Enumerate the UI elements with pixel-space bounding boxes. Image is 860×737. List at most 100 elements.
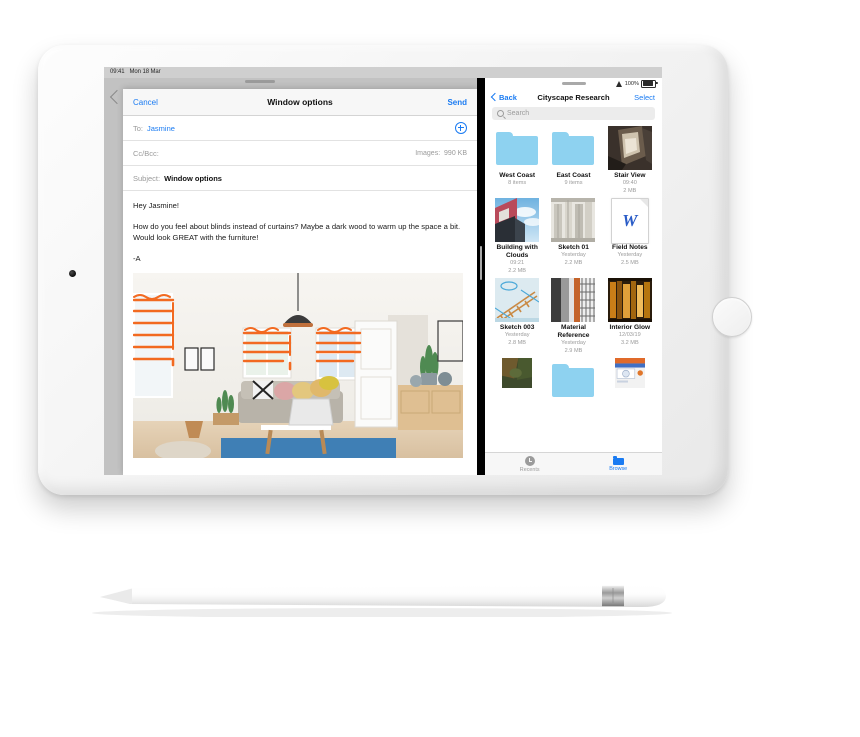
split-view: Cancel Window options Send To: Jasmine C… <box>104 78 662 475</box>
photo-thumbnail <box>495 358 539 402</box>
folder-icon <box>612 456 624 465</box>
file-item[interactable]: Material Reference Yesterday 2.9 MB <box>547 278 599 355</box>
home-button[interactable] <box>712 297 752 337</box>
file-meta: 12/03/19 <box>618 332 641 338</box>
drag-handle[interactable] <box>245 80 275 83</box>
search-bar-wrapper: Search <box>485 105 662 124</box>
select-button[interactable]: Select <box>634 93 655 102</box>
body-paragraph-1: Hey Jasmine! <box>133 201 180 210</box>
split-view-grabber[interactable] <box>479 246 483 280</box>
tab-browse[interactable]: Browse <box>609 456 627 472</box>
photo-bridge-sketch-icon <box>494 278 540 323</box>
file-size: 2.2 MB <box>564 259 583 266</box>
folder-thumbnail <box>495 126 539 170</box>
files-tab-bar: Recents Browse <box>485 452 662 475</box>
file-name: West Coast <box>499 172 536 179</box>
file-name: Sketch 003 <box>499 324 535 331</box>
file-item[interactable]: East Coast 9 items <box>547 126 599 195</box>
file-item[interactable] <box>604 358 656 404</box>
photo-columns-icon <box>551 198 596 242</box>
status-date: Mon 18 Mar <box>129 69 161 75</box>
to-label: To: <box>133 123 144 133</box>
subject-label: Subject: <box>133 173 161 183</box>
ipad-device: 09:41 Mon 18 Mar Cancel Window options S… <box>38 45 752 495</box>
ccbcc-label: Cc/Bcc: <box>133 148 159 158</box>
file-item[interactable]: Interior Glow 12/03/19 3.2 MB <box>604 278 656 355</box>
files-app-pane: 100% Back Cityscape Research Select Sear… <box>485 78 662 475</box>
battery-icon <box>641 79 658 88</box>
file-size: 2.9 MB <box>564 347 583 354</box>
file-meta: 8 items <box>508 180 527 186</box>
subject-field-row[interactable]: Subject: Window options <box>123 166 477 191</box>
file-meta: Yesterday <box>504 332 530 338</box>
photo-stairwell-icon <box>607 126 652 170</box>
file-item[interactable]: Stair View 09:40 2 MB <box>604 126 656 195</box>
folder-thumbnail <box>551 358 595 402</box>
to-field-row[interactable]: To: Jasmine <box>123 116 477 141</box>
photo-thumbnail <box>551 198 596 242</box>
images-size: 990 KB <box>444 149 467 157</box>
body-paragraph-3: -A <box>133 253 141 263</box>
file-meta: 09:40 <box>622 180 637 186</box>
images-size-label: Images: 990 KB <box>415 150 467 157</box>
file-item[interactable] <box>491 358 543 404</box>
to-recipient[interactable]: Jasmine <box>147 124 175 133</box>
body-paragraph-2: How do you feel about blinds instead of … <box>133 221 461 243</box>
file-meta: Yesterday <box>617 252 643 258</box>
apple-pencil <box>92 584 672 617</box>
file-size: 2 MB <box>623 187 637 194</box>
tab-label: Browse <box>609 466 628 472</box>
mail-body[interactable]: Hey Jasmine! How do you feel about blind… <box>123 191 477 458</box>
file-item[interactable] <box>547 358 599 404</box>
clock-icon <box>524 455 535 466</box>
status-time: 09:41 <box>110 69 125 75</box>
file-item[interactable]: W Field Notes Yesterday 2.5 MB <box>604 198 656 275</box>
file-item[interactable]: Sketch 003 Yesterday 2.8 MB <box>491 278 543 355</box>
file-meta: 9 items <box>564 180 583 186</box>
status-bar: 09:41 Mon 18 Mar <box>104 67 662 78</box>
tab-recents[interactable]: Recents <box>520 455 540 473</box>
compose-title: Window options <box>267 97 333 107</box>
folder-icon <box>552 132 595 165</box>
images-label: Images: <box>415 149 441 157</box>
front-camera <box>69 270 76 277</box>
file-meta: Yesterday <box>561 252 586 258</box>
split-view-divider[interactable] <box>477 78 485 475</box>
photo-thumbnail <box>494 278 540 323</box>
file-name: East Coast <box>556 172 591 179</box>
status-bar-left: 09:41 Mon 18 Mar <box>104 67 161 78</box>
folder-icon <box>552 364 595 397</box>
drag-handle[interactable] <box>561 82 586 85</box>
photo-material-icon <box>551 278 596 322</box>
photo-interior-icon <box>607 278 652 322</box>
wifi-icon <box>615 80 623 87</box>
email-attachment-image[interactable] <box>133 273 463 458</box>
file-item[interactable]: West Coast 8 items <box>491 126 543 195</box>
file-meta: Yesterday <box>561 340 586 346</box>
file-name: Stair View <box>614 172 646 179</box>
photo-thumbnail <box>607 126 652 170</box>
files-navigation-bar: Back Cityscape Research Select <box>485 89 662 105</box>
file-name: Sketch 01 <box>558 244 589 251</box>
search-input[interactable]: Search <box>492 107 655 120</box>
battery-percent: 100% <box>624 80 639 87</box>
file-item[interactable]: Building with Clouds 09:21 2.2 MB <box>491 198 543 275</box>
folder-thumbnail <box>551 126 595 170</box>
file-name: Interior Glow <box>609 324 651 331</box>
file-size: 3.2 MB <box>620 339 639 346</box>
search-placeholder: Search <box>507 110 530 117</box>
photo-thumbnail <box>495 198 543 242</box>
photo-thumbnail <box>607 278 652 322</box>
status-bar-right: 100% <box>615 79 662 88</box>
magazine-thumbnail <box>608 358 652 402</box>
word-document-icon: W <box>610 198 649 244</box>
file-size: 2.8 MB <box>508 339 527 346</box>
add-circle-icon[interactable] <box>455 122 467 134</box>
folder-icon <box>496 132 539 165</box>
ccbcc-field-row[interactable]: Cc/Bcc: Images: 990 KB <box>123 141 477 166</box>
subject-value[interactable]: Window options <box>164 174 222 183</box>
files-status-bar: 100% <box>485 78 662 89</box>
file-size: 2.5 MB <box>620 259 639 266</box>
file-item[interactable]: Sketch 01 Yesterday 2.2 MB <box>547 198 599 275</box>
ipad-screen: 09:41 Mon 18 Mar Cancel Window options S… <box>104 67 662 475</box>
